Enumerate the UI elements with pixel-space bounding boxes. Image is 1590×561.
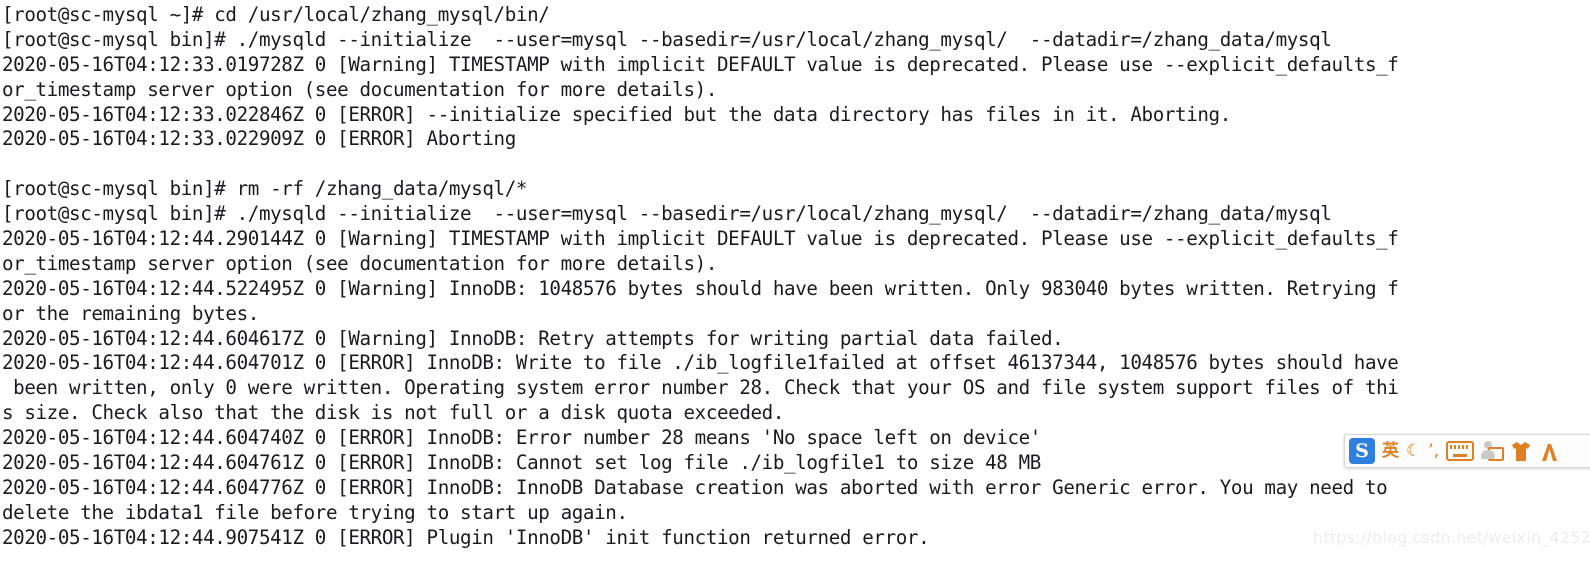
- moon-crescent-icon[interactable]: ☾: [1406, 438, 1421, 464]
- user-profile-icon[interactable]: [1481, 438, 1505, 464]
- soft-keyboard-icon[interactable]: [1446, 438, 1475, 464]
- terminal-line: 2020-05-16T04:12:44.604776Z 0 [ERROR] In…: [2, 475, 1388, 499]
- terminal-line: been written, only 0 were written. Opera…: [2, 376, 1399, 400]
- punctuation-icon[interactable]: ’,: [1428, 438, 1439, 464]
- terminal-line: 2020-05-16T04:12:44.907541Z 0 [ERROR] Pl…: [2, 525, 930, 549]
- sogou-ime-toolbar[interactable]: S 英 ☾ ’,: [1344, 434, 1590, 468]
- sogou-logo-icon[interactable]: S: [1349, 438, 1375, 464]
- punctuation-glyph: ’,: [1428, 441, 1440, 461]
- toolbox-glyph: [1542, 443, 1558, 461]
- sogou-logo-letter: S: [1349, 438, 1375, 464]
- toolbox-icon[interactable]: [1539, 438, 1559, 464]
- terminal-line: s size. Check also that the disk is not …: [2, 401, 785, 425]
- terminal-line: 2020-05-16T04:12:33.019728Z 0 [Warning] …: [2, 52, 1399, 76]
- terminal-line: 2020-05-16T04:12:33.022909Z 0 [ERROR] Ab…: [2, 127, 516, 151]
- terminal-line: 2020-05-16T04:12:44.604701Z 0 [ERROR] In…: [2, 351, 1399, 375]
- soft-keyboard-glyph: [1446, 441, 1475, 461]
- user-profile-glyph: [1481, 441, 1505, 461]
- terminal-line: [root@sc-mysql bin]# ./mysqld --initiali…: [2, 27, 1332, 51]
- input-mode-label: 英: [1382, 441, 1399, 461]
- terminal-line: 2020-05-16T04:12:44.604617Z 0 [Warning] …: [2, 326, 1064, 350]
- terminal-line: [root@sc-mysql ~]# cd /usr/local/zhang_m…: [2, 3, 550, 26]
- user-badge: [1488, 447, 1505, 461]
- terminal-line: delete the ibdata1 file before trying to…: [2, 500, 628, 524]
- skin-shirt-glyph: [1512, 441, 1531, 461]
- input-mode-english-icon[interactable]: 英: [1382, 438, 1399, 464]
- terminal-line: 2020-05-16T04:12:44.290144Z 0 [Warning] …: [2, 227, 1399, 251]
- terminal-line: or the remaining bytes.: [2, 301, 259, 325]
- moon-glyph: ☾: [1406, 441, 1422, 461]
- terminal-output[interactable]: [root@sc-mysql ~]# cd /usr/local/zhang_m…: [0, 0, 1590, 561]
- skin-shirt-icon[interactable]: [1510, 438, 1532, 464]
- terminal-line: 2020-05-16T04:12:33.022846Z 0 [ERROR] --…: [2, 102, 1231, 126]
- terminal-line: or_timestamp server option (see document…: [2, 251, 717, 275]
- terminal-line: or_timestamp server option (see document…: [2, 77, 717, 101]
- terminal-line: 2020-05-16T04:12:44.522495Z 0 [Warning] …: [2, 276, 1399, 300]
- terminal-line: [root@sc-mysql bin]# rm -rf /zhang_data/…: [2, 177, 528, 201]
- terminal-line: [root@sc-mysql bin]# ./mysqld --initiali…: [2, 202, 1332, 226]
